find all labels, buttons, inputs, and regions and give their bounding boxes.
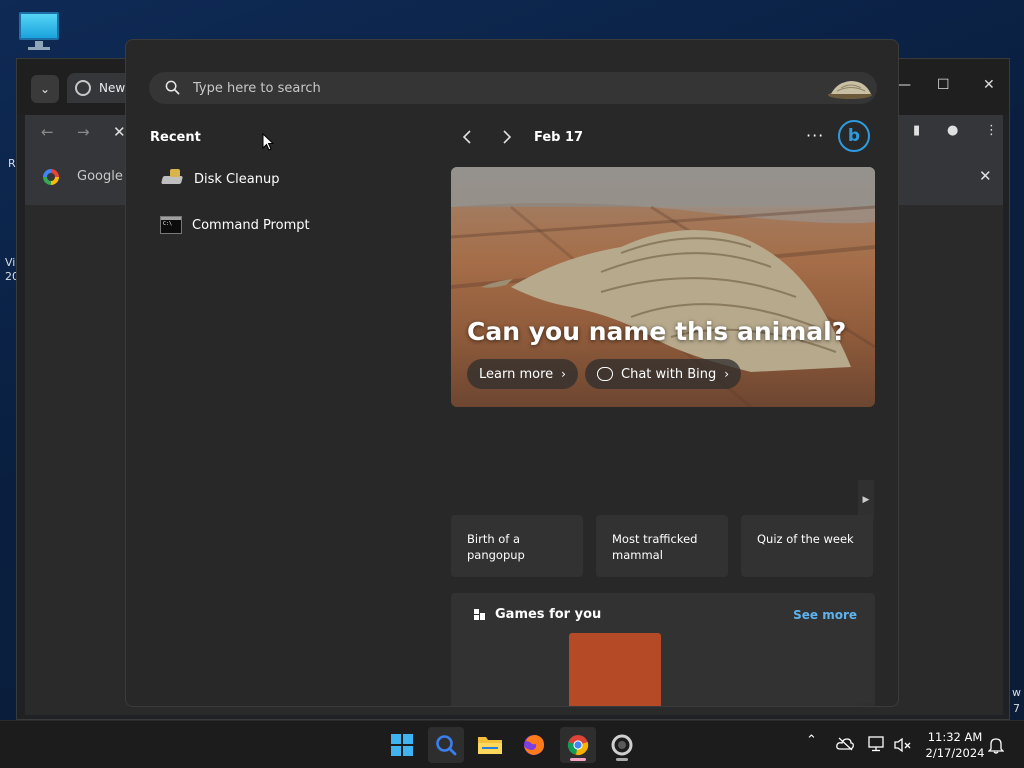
chrome-icon bbox=[567, 735, 589, 756]
taskbar: ⌃ 11:32 AM 2/17/2024 bbox=[0, 720, 1024, 768]
app-icon bbox=[611, 734, 633, 756]
learn-more-button[interactable]: Learn more › bbox=[467, 359, 578, 389]
clock-date: 2/17/2024 bbox=[925, 746, 985, 760]
recent-item-label: Disk Cleanup bbox=[194, 171, 280, 187]
stop-button[interactable]: ✕ bbox=[113, 123, 126, 141]
search-panel: Recent Disk Cleanup Command Prompt Feb 1… bbox=[125, 39, 899, 707]
this-pc-icon[interactable] bbox=[16, 10, 62, 50]
disk-cleanup-icon bbox=[160, 168, 184, 190]
mouse-cursor-icon bbox=[262, 133, 274, 151]
topic-card[interactable]: Quiz of the week bbox=[741, 515, 873, 577]
search-taskbar-button[interactable] bbox=[428, 727, 464, 763]
side-panel-icon[interactable]: ▮ bbox=[913, 123, 920, 138]
system-clock[interactable]: 11:32 AM 2/17/2024 bbox=[920, 729, 990, 761]
forward-button[interactable]: → bbox=[77, 123, 90, 141]
file-explorer-button[interactable] bbox=[472, 727, 508, 763]
chevron-right-icon bbox=[503, 130, 512, 144]
scroll-right-button[interactable]: ▶ bbox=[858, 703, 874, 706]
recent-item-disk-cleanup[interactable]: Disk Cleanup bbox=[150, 162, 410, 196]
chrome-button[interactable] bbox=[560, 727, 596, 763]
windows-logo-icon bbox=[391, 734, 413, 756]
highlight-date: Feb 17 bbox=[534, 130, 584, 145]
search-icon bbox=[165, 80, 180, 95]
command-prompt-icon bbox=[160, 216, 182, 234]
next-day-button[interactable] bbox=[497, 127, 517, 147]
tab-search-button[interactable]: ⌄ bbox=[31, 75, 59, 103]
learn-more-label: Learn more bbox=[479, 366, 554, 382]
app-button[interactable] bbox=[604, 727, 640, 763]
desktop-text-fragment: R bbox=[8, 157, 16, 170]
folder-icon bbox=[478, 737, 502, 754]
previous-day-button[interactable] bbox=[457, 127, 477, 147]
start-button[interactable] bbox=[384, 727, 420, 763]
menu-icon[interactable]: ⋮ bbox=[985, 123, 998, 138]
chevron-right-icon: › bbox=[724, 367, 730, 381]
see-more-link[interactable]: See more bbox=[793, 608, 857, 622]
loading-icon bbox=[75, 80, 91, 96]
notification-bell-icon[interactable] bbox=[988, 736, 1004, 754]
volume-muted-icon[interactable] bbox=[894, 737, 912, 753]
clock-time: 11:32 AM bbox=[927, 730, 983, 744]
onedrive-icon[interactable] bbox=[836, 737, 854, 751]
topic-card[interactable]: Birth of a pangopup bbox=[451, 515, 583, 577]
games-icon bbox=[474, 609, 485, 620]
tab-title: New bbox=[99, 81, 126, 95]
chat-with-bing-label: Chat with Bing bbox=[621, 366, 717, 382]
minimize-button[interactable]: — bbox=[897, 77, 911, 93]
chat-with-bing-button[interactable]: Chat with Bing › bbox=[585, 359, 742, 389]
games-section: Games for you See more ▶ bbox=[451, 593, 875, 706]
profile-icon[interactable]: ● bbox=[947, 123, 958, 138]
topic-card[interactable]: Most trafficked mammal bbox=[596, 515, 728, 577]
close-bar-button[interactable]: ✕ bbox=[979, 167, 992, 185]
recent-heading: Recent bbox=[150, 130, 201, 145]
show-hidden-icons-icon[interactable]: ⌃ bbox=[806, 733, 817, 748]
maximize-button[interactable]: ☐ bbox=[937, 77, 950, 93]
bing-icon[interactable]: b bbox=[838, 120, 870, 152]
chevron-right-icon: › bbox=[561, 367, 566, 381]
google-logo-icon bbox=[43, 169, 59, 185]
running-indicator bbox=[616, 758, 628, 761]
pangolin-thumbnail-icon[interactable] bbox=[827, 76, 873, 100]
desktop-text-fragment: w bbox=[1012, 686, 1021, 699]
more-options-icon[interactable]: ··· bbox=[806, 126, 824, 145]
game-tile[interactable] bbox=[569, 633, 661, 706]
recent-item-command-prompt[interactable]: Command Prompt bbox=[150, 208, 410, 242]
hero-card[interactable]: Can you name this animal? Learn more › C… bbox=[451, 167, 875, 407]
search-input[interactable] bbox=[193, 78, 793, 98]
running-indicator bbox=[570, 758, 586, 761]
chat-icon bbox=[597, 367, 613, 381]
back-button[interactable]: ← bbox=[41, 123, 54, 141]
firefox-icon bbox=[524, 735, 544, 755]
games-title: Games for you bbox=[495, 607, 602, 622]
network-icon[interactable] bbox=[868, 736, 886, 752]
firefox-button[interactable] bbox=[516, 727, 552, 763]
search-icon bbox=[436, 735, 457, 756]
search-box[interactable] bbox=[149, 72, 877, 104]
desktop-text-fragment: 7 bbox=[1013, 702, 1020, 715]
chevron-left-icon bbox=[462, 130, 471, 144]
close-window-button[interactable]: ✕ bbox=[983, 77, 995, 93]
desktop-text-fragment: Vi bbox=[5, 256, 16, 269]
hero-title: Can you name this animal? bbox=[467, 317, 847, 346]
scroll-right-button[interactable]: ▶ bbox=[858, 480, 874, 520]
recent-item-label: Command Prompt bbox=[192, 217, 310, 233]
